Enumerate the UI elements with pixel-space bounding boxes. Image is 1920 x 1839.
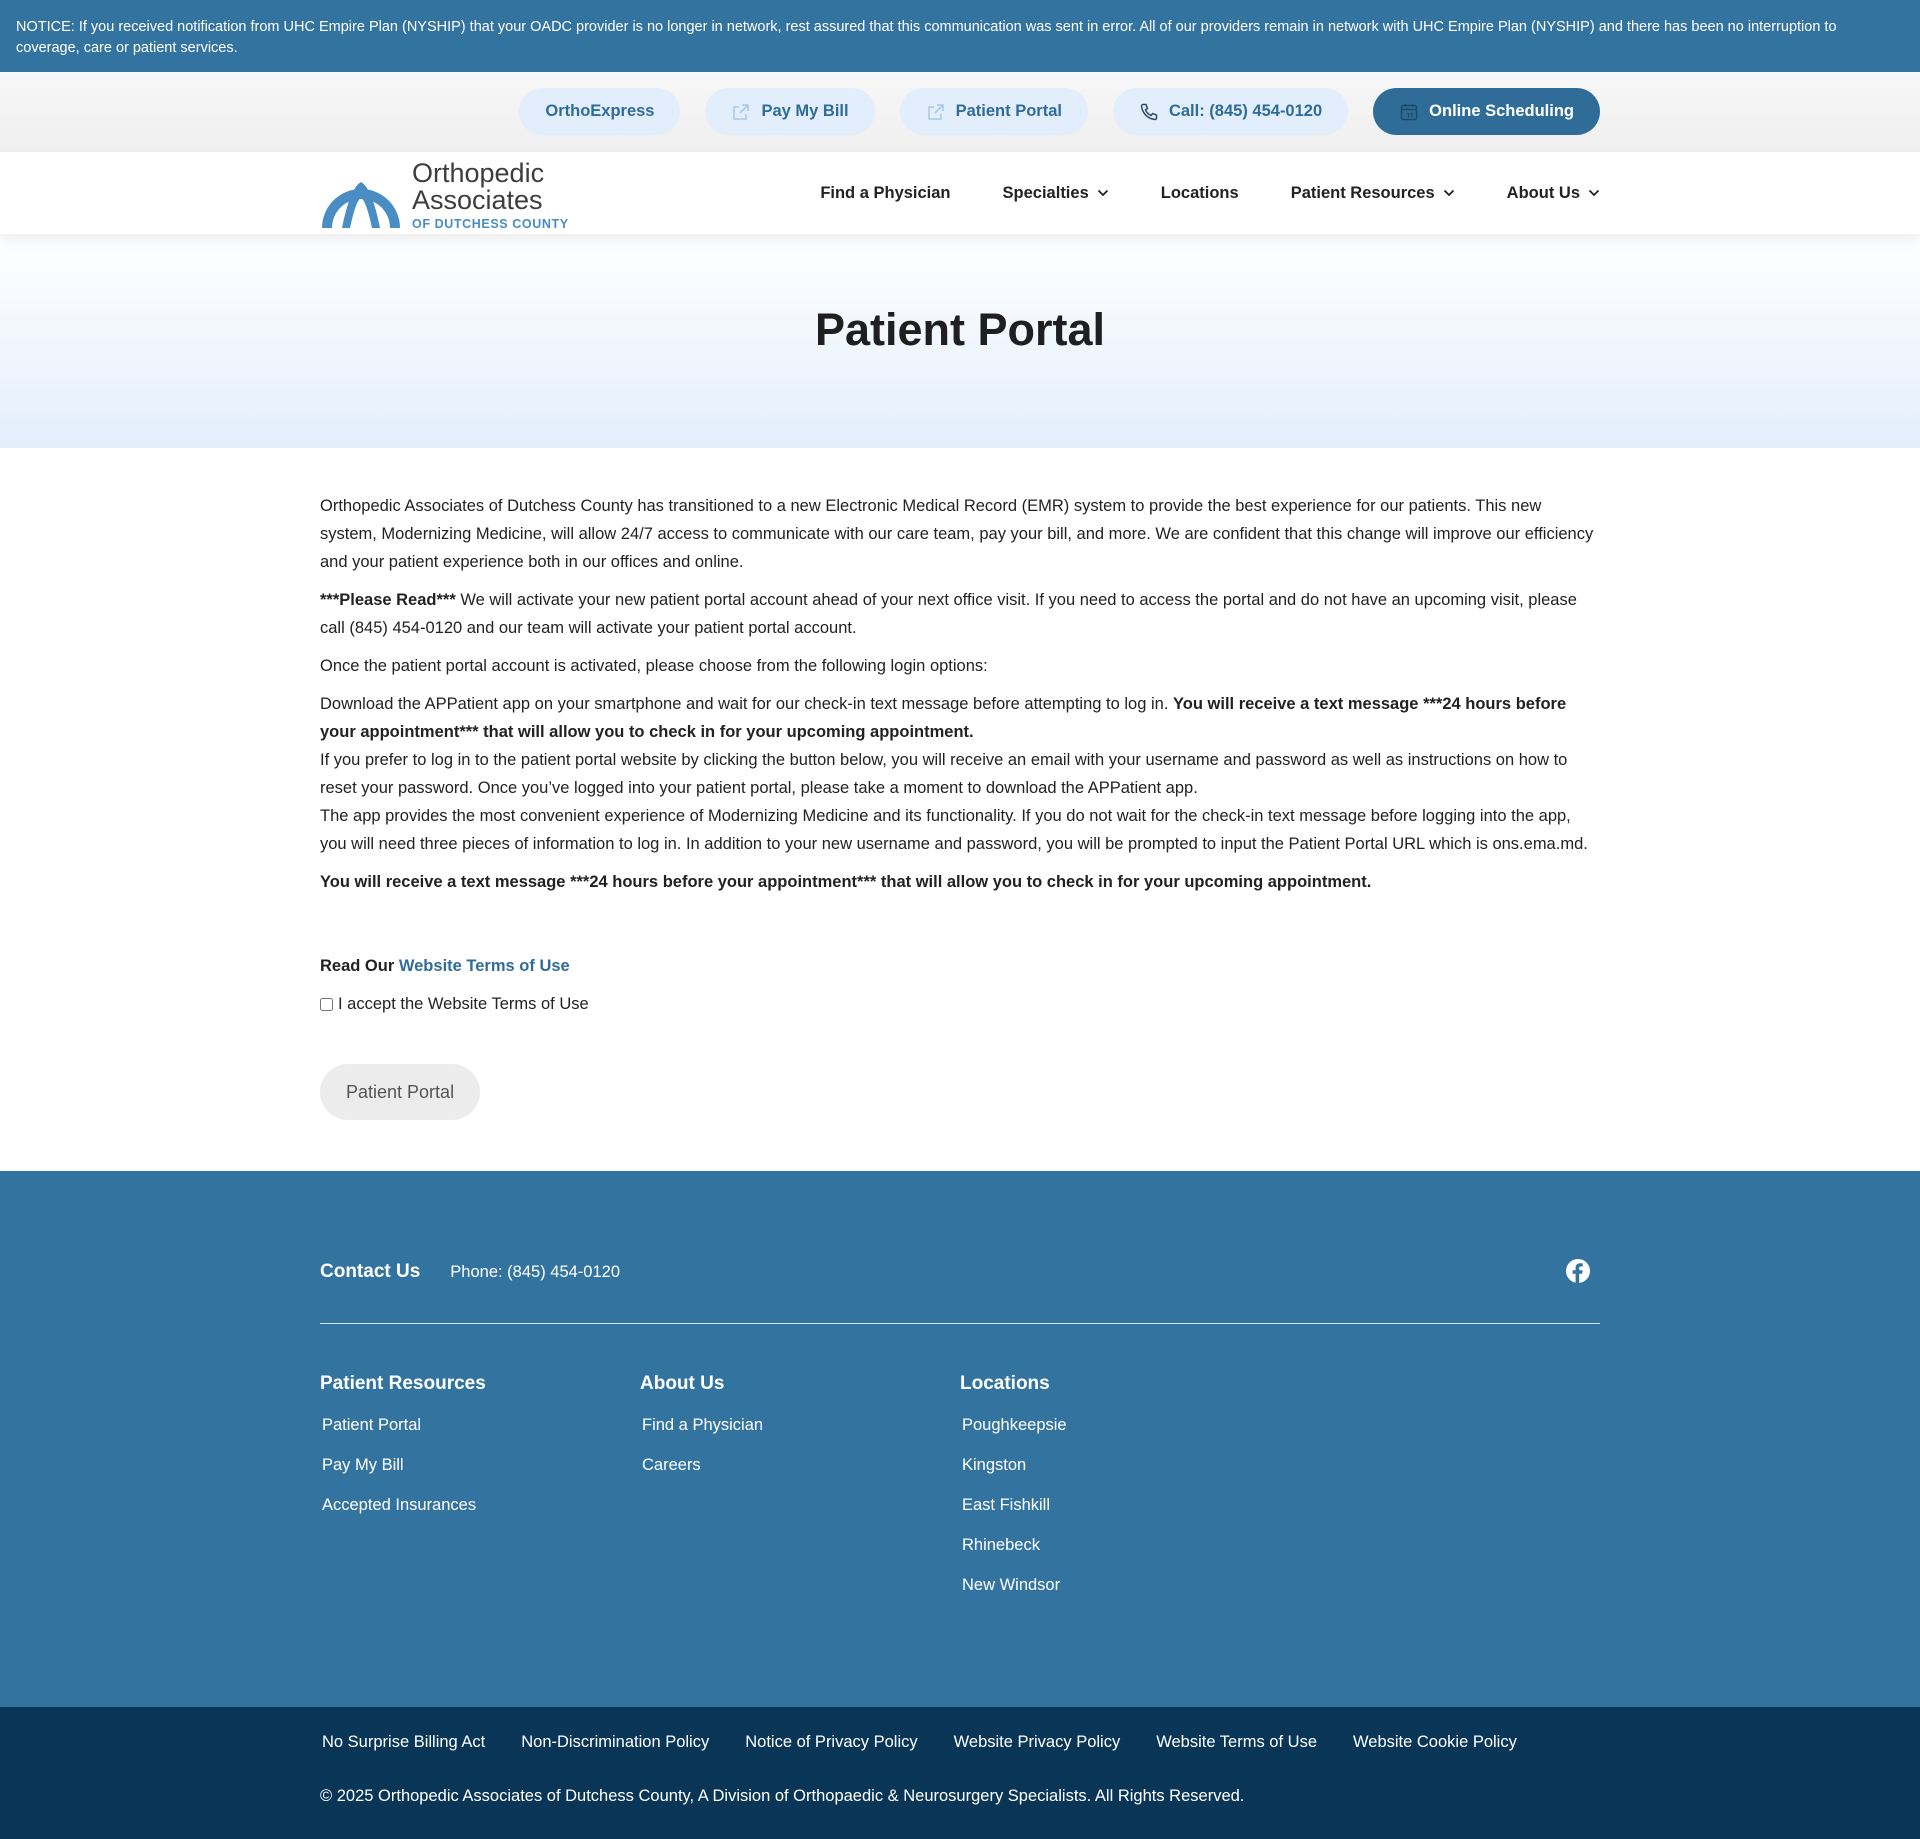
footer-col-title: About Us [640,1373,725,1394]
accept-terms-row[interactable]: I accept the Website Terms of Use [320,990,1600,1018]
pay-bill-label: Pay My Bill [761,102,849,120]
legal-footer: No Surprise Billing Act Non-Discriminati… [0,1707,1920,1839]
pay-bill-button[interactable]: Pay My Bill [705,88,875,135]
call-button[interactable]: Call: (845) 454-0120 [1112,88,1349,135]
footer-link-kingston[interactable]: Kingston [960,1445,1067,1485]
footer-col-patient-resources: Patient Resources Patient Portal Pay My … [320,1373,486,1525]
online-scheduling-label: Online Scheduling [1429,102,1574,120]
contact-phone[interactable]: Phone: (845) 454-0120 [450,1263,620,1282]
text-message-note: You will receive a text message ***24 ho… [320,873,1372,891]
page-hero: Patient Portal [0,234,1920,448]
nav-locations[interactable]: Locations [1161,184,1239,203]
terms-read-line: Read Our Website Terms of Use [320,952,1600,980]
please-read-text: We will activate your new patient portal… [320,591,1577,637]
logo-line-1: Orthopedic [412,158,545,188]
footer-divider [320,1323,1600,1324]
site-logo[interactable]: Orthopedic Associates OF DUTCHESS COUNTY [320,160,569,231]
external-link-icon [927,103,944,120]
login-options-intro: Once the patient portal account is activ… [320,657,988,675]
utility-bar: OrthoExpress Pay My Bill Patient Portal … [0,72,1920,152]
intro-paragraph: Orthopedic Associates of Dutchess County… [320,497,1594,571]
footer-col-title: Locations [960,1373,1050,1394]
contact-title: Contact Us [320,1261,421,1282]
footer-link-careers[interactable]: Careers [640,1445,763,1485]
footer-col-title: Patient Resources [320,1373,486,1394]
patient-portal-submit-button[interactable]: Patient Portal [320,1064,481,1120]
please-read-paragraph: ***Please Read*** We will activate your … [320,586,1600,642]
orthoexpress-label: OrthoExpress [545,102,655,120]
footer-link-accepted-insurances[interactable]: Accepted Insurances [320,1485,486,1525]
chevron-down-icon [1588,189,1600,197]
app-download-text: Download the APPatient app on your smart… [320,695,1173,713]
notice-banner: NOTICE: If you received notification fro… [0,0,1920,72]
nav-locations-label: Locations [1160,183,1239,202]
footer-link-poughkeepsie[interactable]: Poughkeepsie [960,1405,1067,1445]
legal-link-website-privacy[interactable]: Website Privacy Policy [954,1733,1121,1752]
nav-specialties[interactable]: Specialties [1003,184,1109,203]
main-navigation: Orthopedic Associates OF DUTCHESS COUNTY… [0,152,1920,234]
main-content: Orthopedic Associates of Dutchess County… [0,448,1920,1120]
accept-terms-checkbox[interactable] [320,997,333,1011]
app-download-paragraph: Download the APPatient app on your smart… [320,690,1600,746]
footer-link-pay-bill[interactable]: Pay My Bill [320,1445,486,1485]
patient-portal-button[interactable]: Patient Portal [899,88,1088,135]
nav-patient-resources-label: Patient Resources [1290,183,1435,202]
legal-link-terms-of-use[interactable]: Website Terms of Use [1156,1733,1317,1752]
phone-icon [1140,103,1158,120]
accept-terms-label: I accept the Website Terms of Use [338,995,589,1013]
legal-link-no-surprise-billing[interactable]: No Surprise Billing Act [322,1733,485,1752]
patient-portal-label: Patient Portal [955,102,1062,120]
legal-link-notice-privacy[interactable]: Notice of Privacy Policy [745,1733,917,1752]
footer-link-rhinebeck[interactable]: Rhinebeck [960,1525,1067,1565]
footer-col-about-us: About Us Find a Physician Careers [640,1373,763,1485]
copyright-text: © 2025 Orthopedic Associates of Dutchess… [320,1787,1245,1805]
terms-of-use-link[interactable]: Website Terms of Use [399,957,570,975]
legal-link-cookie-policy[interactable]: Website Cookie Policy [1353,1733,1517,1752]
facebook-icon[interactable] [1566,1259,1590,1283]
chevron-down-icon [1097,189,1108,197]
site-footer: Contact Us Phone: (845) 454-0120 Patient… [0,1171,1920,1707]
footer-link-find-physician[interactable]: Find a Physician [640,1405,763,1445]
calendar-icon [1400,103,1418,120]
terms-prefix: Read Our [320,957,399,975]
nav-find-physician-label: Find a Physician [820,183,951,202]
legal-link-non-discrimination[interactable]: Non-Discrimination Policy [521,1733,709,1752]
nav-about-us[interactable]: About Us [1507,184,1600,203]
nav-about-us-label: About Us [1506,183,1580,202]
nav-specialties-label: Specialties [1002,183,1089,202]
footer-link-east-fishkill[interactable]: East Fishkill [960,1485,1067,1525]
chevron-down-icon [1443,189,1454,197]
nav-patient-resources[interactable]: Patient Resources [1291,184,1455,203]
logo-line-2: Associates [412,185,543,215]
logo-arch-icon [322,182,400,228]
app-info-paragraph: The app provides the most convenient exp… [320,807,1588,853]
footer-link-new-windsor[interactable]: New Windsor [960,1565,1067,1605]
logo-subtitle: OF DUTCHESS COUNTY [412,217,569,231]
nav-find-physician[interactable]: Find a Physician [820,184,950,203]
external-link-icon [733,103,750,120]
page-title: Patient Portal [814,304,1106,355]
online-scheduling-button[interactable]: Online Scheduling [1373,88,1600,135]
footer-link-patient-portal[interactable]: Patient Portal [320,1405,486,1445]
footer-col-locations: Locations Poughkeepsie Kingston East Fis… [960,1373,1067,1605]
website-login-paragraph: If you prefer to log in to the patient p… [320,751,1568,797]
call-label: Call: (845) 454-0120 [1168,102,1323,120]
please-read-label: ***Please Read*** [320,591,456,609]
orthoexpress-button[interactable]: OrthoExpress [519,88,681,135]
